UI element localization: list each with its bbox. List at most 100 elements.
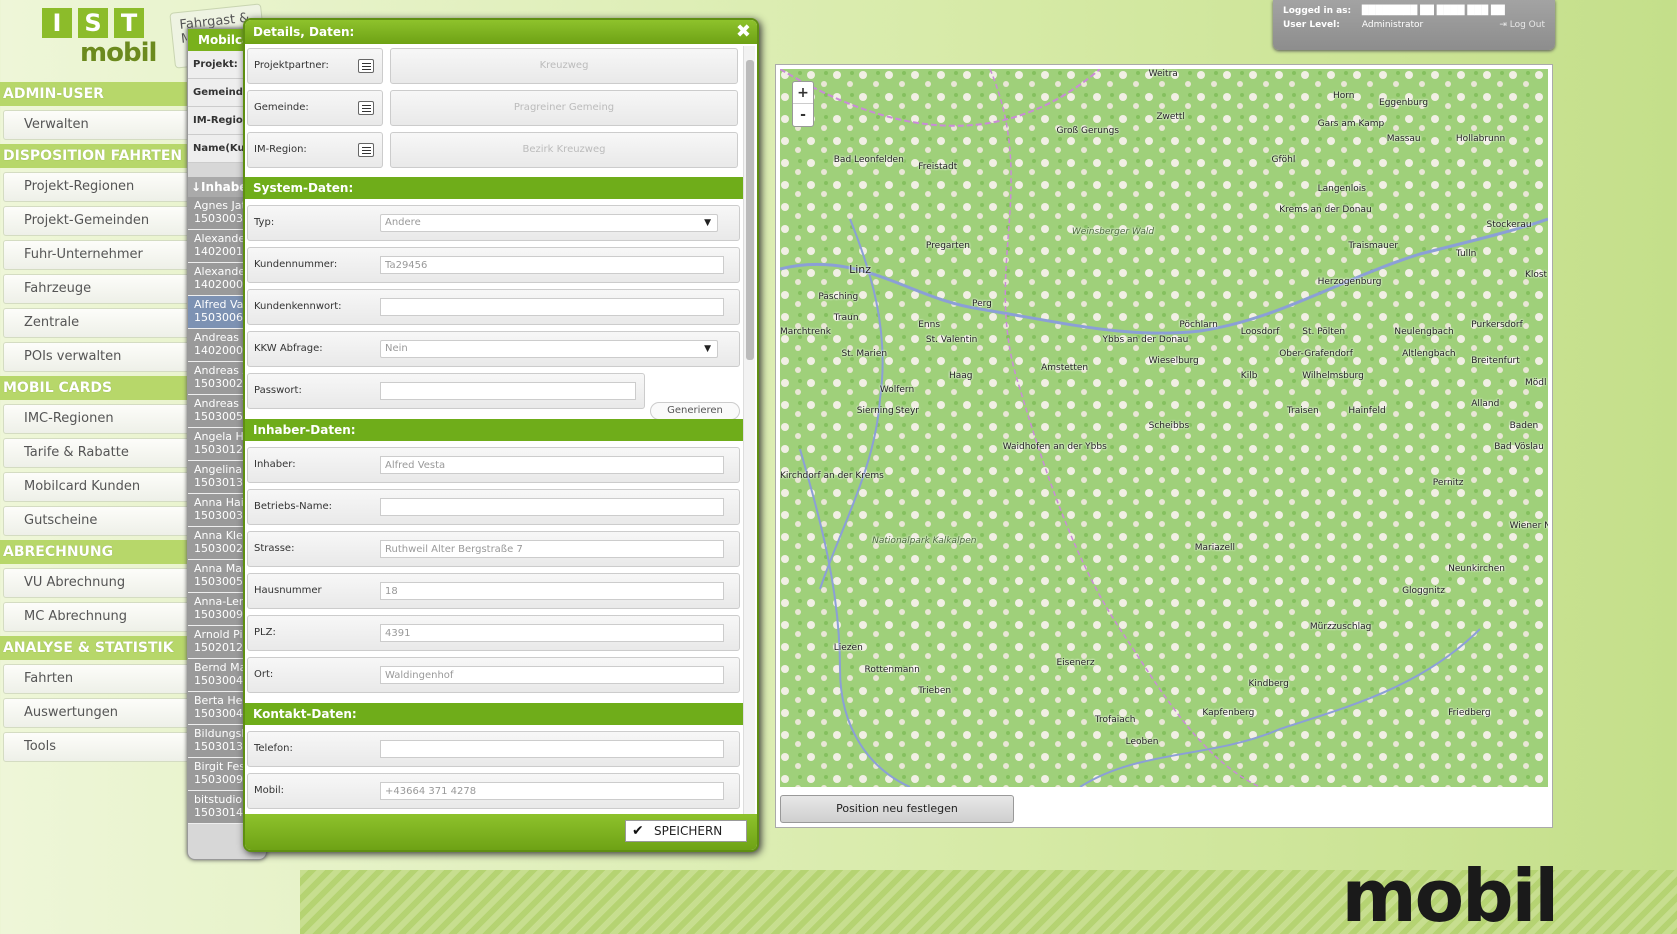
- typ-select[interactable]: Andere ▼: [380, 214, 718, 232]
- map-town-label: Krems an der Donau: [1279, 205, 1372, 216]
- logout-link[interactable]: ⇥ Log Out: [1499, 18, 1545, 32]
- typ-label: Typ:: [254, 217, 275, 228]
- form-input[interactable]: [380, 456, 724, 474]
- sidebar-item[interactable]: Mobilcard Kunden: [3, 472, 198, 502]
- map-town-label: St. Marien: [841, 349, 888, 360]
- form-input[interactable]: [380, 666, 724, 684]
- passwort-input[interactable]: [380, 382, 636, 400]
- details-dialog: Details, Daten: ✖ Projektpartner: Kreuzw…: [243, 18, 759, 852]
- map-town-label: Eggenburg: [1379, 97, 1429, 108]
- dialog-scrollbar[interactable]: [743, 46, 755, 816]
- inhaber-daten-header: Inhaber-Daten:: [245, 419, 743, 441]
- map-town-label: Kilb: [1240, 370, 1258, 381]
- passwort-label: Passwort:: [254, 385, 302, 396]
- map-town-label: Klost: [1524, 270, 1548, 281]
- map-town-label: Gars am Kamp: [1317, 119, 1385, 130]
- kkw-abfrage-select[interactable]: Nein ▼: [380, 340, 718, 358]
- dialog-footer: ✔ SPEICHERN: [245, 814, 757, 850]
- sidebar-item[interactable]: MC Abrechnung: [3, 602, 198, 632]
- gemeinde-row: Gemeinde:: [247, 90, 383, 126]
- map-town-label: Hollabrunn: [1455, 133, 1506, 144]
- speichern-button[interactable]: ✔ SPEICHERN: [625, 820, 747, 842]
- kundennummer-row: Kundennummer:: [247, 247, 740, 283]
- form-label: Strasse:: [254, 543, 295, 554]
- logo-block-i: I: [42, 8, 72, 38]
- sidebar-item[interactable]: Tools: [3, 732, 198, 762]
- checkmark-icon: ✔: [632, 823, 644, 839]
- sidebar-item[interactable]: VU Abrechnung: [3, 568, 198, 598]
- form-row: Strasse:: [247, 531, 740, 567]
- kontakt-daten-header: Kontakt-Daten:: [245, 703, 743, 725]
- map-canvas[interactable]: Weitra Horn Eggenburg Zwettl Gars am Kamp Mas…: [780, 69, 1548, 787]
- map-town-label: Bad Vöslau: [1494, 442, 1544, 453]
- im-region-value: Bezirk Kreuzweg: [390, 132, 738, 168]
- dialog-titlebar: Details, Daten: ✖: [245, 20, 757, 44]
- list-picker-icon[interactable]: [358, 59, 374, 73]
- zoom-control: + -: [792, 81, 814, 127]
- scrollbar-thumb[interactable]: [746, 60, 754, 360]
- sidebar-item[interactable]: Fahrzeuge: [3, 274, 198, 304]
- dialog-body: Projektpartner: Kreuzweg Gemeinde: Pragr…: [245, 44, 745, 816]
- map-town-label: Pregarten: [925, 241, 970, 252]
- position-neu-festlegen-button[interactable]: Position neu festlegen: [780, 795, 1014, 823]
- map-town-label: Linz: [849, 262, 872, 276]
- list-picker-icon[interactable]: [358, 101, 374, 115]
- form-input[interactable]: [380, 498, 724, 516]
- form-label: PLZ:: [254, 627, 276, 638]
- sidebar-item[interactable]: Fahrten: [3, 664, 198, 694]
- sidebar-item[interactable]: Verwalten: [3, 110, 198, 140]
- kundennummer-input[interactable]: [380, 256, 724, 274]
- form-label: Hausnummer: [254, 585, 322, 596]
- sidebar-item[interactable]: Projekt-Regionen: [3, 172, 198, 202]
- map-town-label: Eisenerz: [1056, 657, 1095, 668]
- map-town-label: Rottenmann: [864, 664, 920, 675]
- kundenkennwort-input[interactable]: [380, 298, 724, 316]
- map-town-label: Wiener Neust: [1509, 521, 1548, 532]
- sidebar-item[interactable]: Fuhr-Unternehmer: [3, 240, 198, 270]
- map-town-label: Liezen: [833, 643, 863, 654]
- logout-label: Log Out: [1509, 20, 1545, 30]
- login-info: Logged in as: ████████ ██ ████ ███ ██ Us…: [1273, 0, 1555, 50]
- form-input[interactable]: [380, 540, 724, 558]
- sidebar-item[interactable]: IMC-Regionen: [3, 404, 198, 434]
- list-picker-icon[interactable]: [358, 143, 374, 157]
- map-town-label: Steyr: [895, 406, 919, 417]
- form-input[interactable]: [380, 782, 724, 800]
- map-town-label: Kirchdorf an der Krems: [780, 471, 884, 482]
- close-icon[interactable]: ✖: [736, 20, 751, 44]
- form-label: Inhaber:: [254, 459, 296, 470]
- sidebar-item[interactable]: Tarife & Rabatte: [3, 438, 198, 468]
- background-brand-word: mobil: [1341, 854, 1559, 934]
- projektpartner-row: Projektpartner:: [247, 48, 383, 84]
- sidebar-item[interactable]: Zentrale: [3, 308, 198, 338]
- sidebar-item[interactable]: Projekt-Gemeinden: [3, 206, 198, 236]
- map-town-label: Stockerau: [1486, 219, 1532, 230]
- map-town-label: Gföhl: [1271, 155, 1296, 166]
- form-input[interactable]: [380, 624, 724, 642]
- map-town-label: Zwettl: [1156, 112, 1185, 123]
- map-town-label: Weitra: [1148, 69, 1178, 79]
- map-town-label: Kindberg: [1248, 679, 1289, 690]
- sidebar-item[interactable]: Gutscheine: [3, 506, 198, 536]
- map-town-label: Breitenfurt: [1471, 356, 1520, 367]
- form-input[interactable]: [380, 582, 724, 600]
- map-town-label: Massau: [1386, 133, 1421, 144]
- form-input[interactable]: [380, 740, 724, 758]
- zoom-out-button[interactable]: -: [793, 104, 813, 126]
- map-town-label: Nationalpark Kalkalpen: [872, 535, 977, 546]
- map-town-label: Perg: [972, 298, 992, 309]
- map-town-label: Trofaiach: [1094, 715, 1136, 726]
- sidebar-item[interactable]: POIs verwalten: [3, 342, 198, 372]
- im-region-label: IM-Region:: [254, 144, 307, 155]
- sidebar-item[interactable]: Auswertungen: [3, 698, 198, 728]
- kkw-abfrage-label: KKW Abfrage:: [254, 343, 323, 354]
- zoom-in-button[interactable]: +: [793, 82, 813, 104]
- generieren-button[interactable]: Generieren: [650, 402, 740, 420]
- logo-block-s: S: [78, 8, 108, 38]
- form-label: Betriebs-Name:: [254, 501, 333, 512]
- map-town-label: Baden: [1509, 420, 1539, 431]
- kkw-abfrage-value: Nein: [385, 343, 408, 354]
- dialog-title: Details, Daten:: [253, 25, 355, 39]
- form-row: Telefon:: [247, 731, 740, 767]
- map-town-label: Freistadt: [918, 162, 958, 173]
